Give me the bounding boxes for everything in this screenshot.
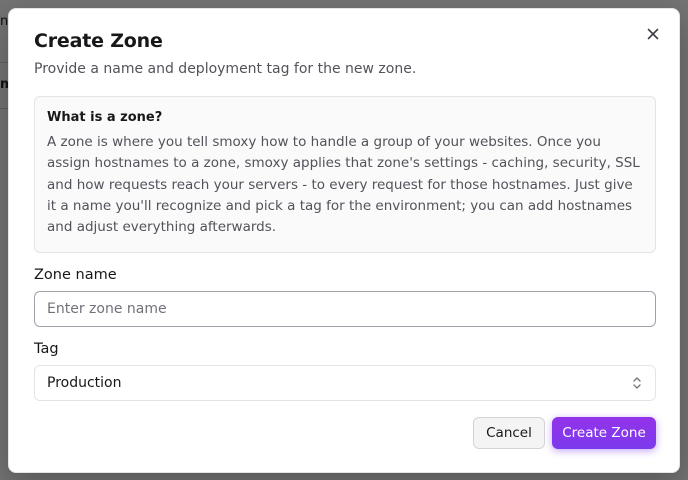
dialog-description: Provide a name and deployment tag for th… xyxy=(34,61,417,77)
info-text: A zone is where you tell smoxy how to ha… xyxy=(47,134,640,236)
info-box: What is a zone? A zone is where you tell… xyxy=(34,96,656,253)
zone-name-input[interactable] xyxy=(34,291,656,327)
zone-name-label: Zone name xyxy=(34,267,117,283)
tag-select-value: Production xyxy=(47,375,122,391)
create-zone-button[interactable]: Create Zone xyxy=(552,417,656,449)
chevrons-up-down-icon xyxy=(631,376,643,390)
cancel-button[interactable]: Cancel xyxy=(473,417,545,449)
tag-select[interactable]: Production xyxy=(34,365,656,401)
tag-label: Tag xyxy=(34,341,59,357)
close-button[interactable] xyxy=(643,24,663,44)
dialog-title: Create Zone xyxy=(34,30,163,52)
close-icon xyxy=(647,25,659,44)
info-title: What is a zone? xyxy=(47,110,163,125)
create-zone-dialog: Create Zone Provide a name and deploymen… xyxy=(8,8,680,473)
